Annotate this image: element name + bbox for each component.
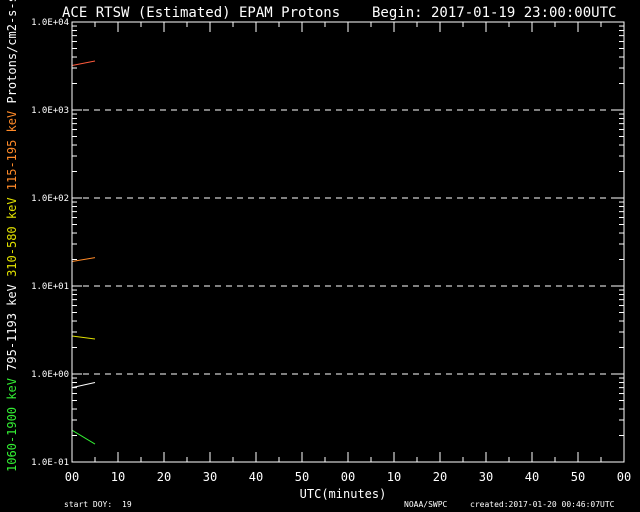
x-tick-label: 20 (433, 470, 447, 484)
x-tick-label: 00 (65, 470, 79, 484)
chart-title: ACE RTSW (Estimated) EPAM Protons (62, 5, 340, 21)
x-tick-label: 30 (203, 470, 217, 484)
x-tick-label: 30 (479, 470, 493, 484)
x-tick-label: 10 (387, 470, 401, 484)
x-axis-label: UTC(minutes) (300, 487, 387, 501)
begin-time-label: Begin: 2017-01-19 23:00:00UTC (372, 5, 616, 21)
y-tick-label: 1.0E+00 (31, 370, 69, 380)
x-tick-label: 20 (157, 470, 171, 484)
band-label: 115-195 keV (5, 111, 19, 198)
y-axis-labels: 1060-1900 keV 795-1193 keV 310-580 keV 1… (5, 0, 19, 472)
y-unit-label: Protons/cm2-s-sr-MeV (5, 0, 19, 111)
source-label: NOAA/SWPC (404, 500, 448, 509)
x-tick-label: 40 (525, 470, 539, 484)
created-timestamp: created:2017-01-20 00:46:07UTC (470, 500, 615, 509)
band-label: 310-580 keV (5, 197, 19, 284)
y-axis-label: 1060-1900 keV 795-1193 keV 310-580 keV 1… (5, 0, 19, 472)
start-doy-label: start DOY: (64, 500, 112, 509)
y-tick-label: 1.0E+02 (31, 194, 69, 204)
band-label: 795-1193 keV (5, 284, 19, 378)
x-tick-label: 40 (249, 470, 263, 484)
band-label: 1060-1900 keV (5, 378, 19, 472)
epam-chart: ACE RTSW (Estimated) EPAM Protons Begin:… (0, 0, 640, 512)
x-tick-label: 00 (617, 470, 631, 484)
chart-background (0, 0, 640, 512)
y-tick-label: 1.0E+01 (31, 282, 69, 292)
y-tick-label: 1.0E-01 (31, 458, 69, 468)
start-doy-value: 19 (122, 500, 132, 509)
x-tick-label: 50 (295, 470, 309, 484)
x-tick-label: 00 (341, 470, 355, 484)
x-tick-label: 50 (571, 470, 585, 484)
x-tick-label: 10 (111, 470, 125, 484)
y-tick-label: 1.0E+03 (31, 106, 69, 116)
y-tick-label: 1.0E+04 (31, 18, 69, 28)
